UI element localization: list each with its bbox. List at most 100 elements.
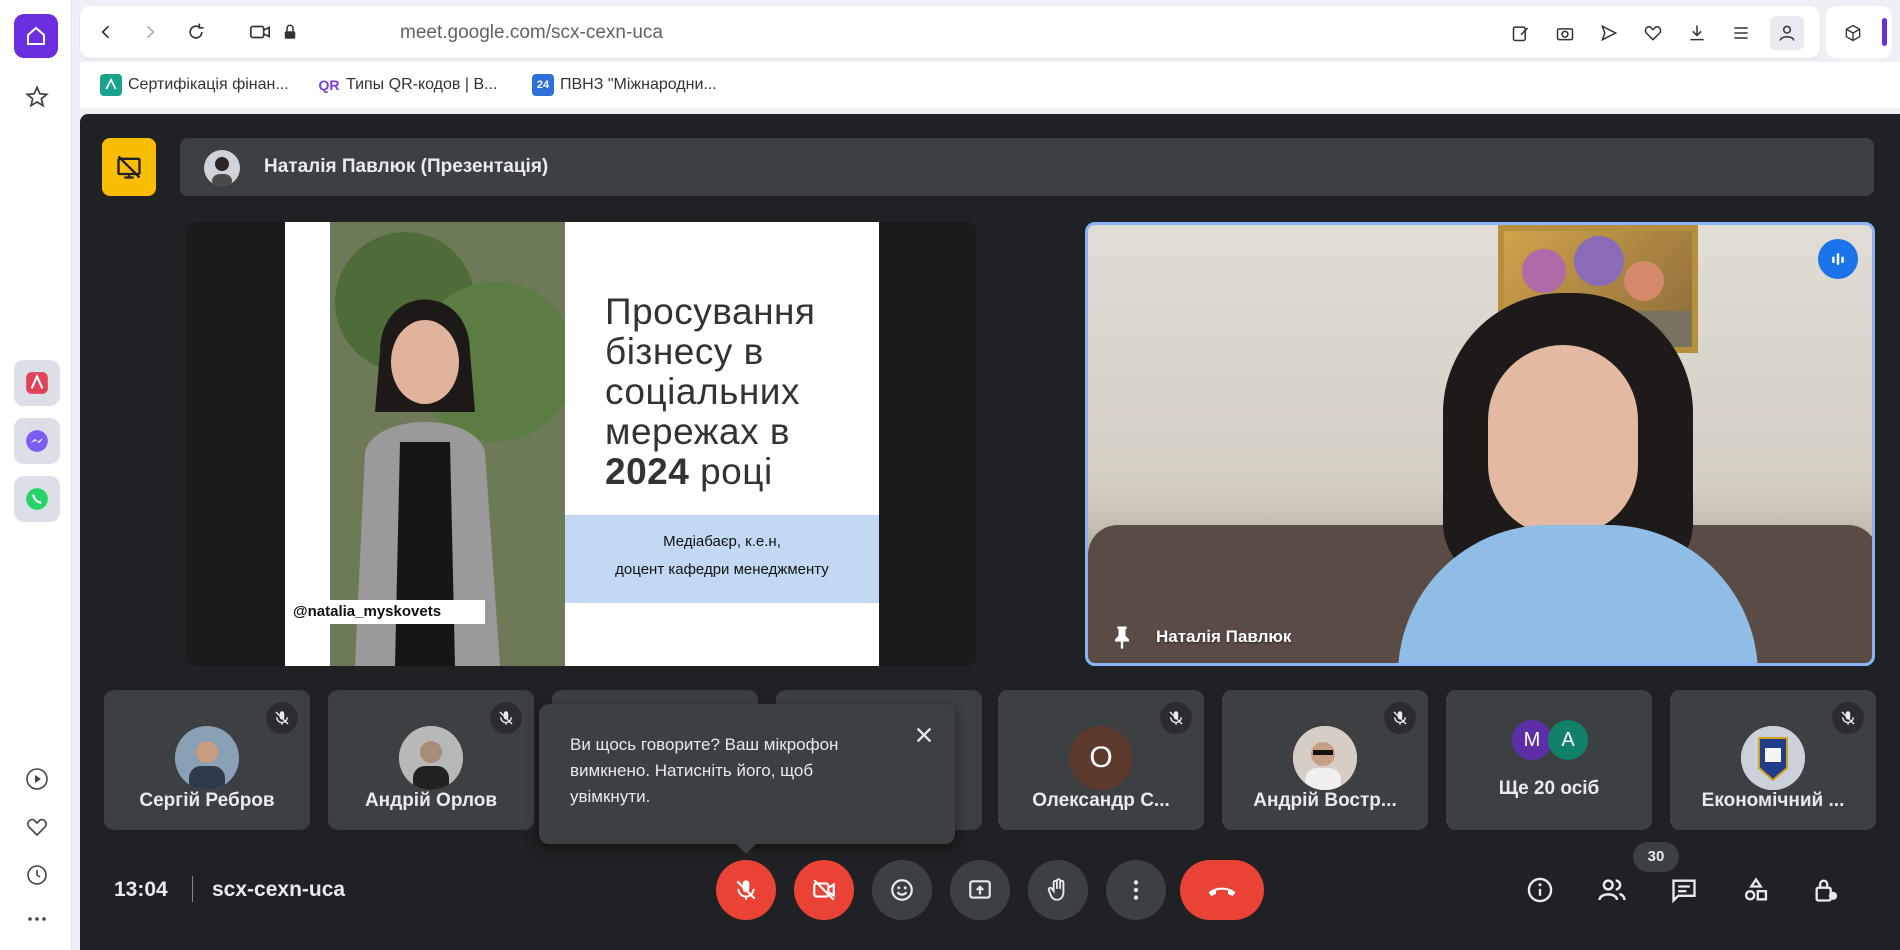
activities-button[interactable] — [1732, 866, 1780, 914]
meeting-details-button[interactable] — [1516, 866, 1564, 914]
participant-tile[interactable]: Економічний ... — [1670, 690, 1876, 830]
certification-bookmark-icon — [100, 74, 122, 96]
avatar: М — [1512, 720, 1552, 760]
leave-call-button[interactable] — [1180, 860, 1264, 920]
mic-off-icon — [266, 702, 298, 734]
participant-tile[interactable]: Сергій Ребров — [104, 690, 310, 830]
profile-icon[interactable] — [1770, 16, 1804, 50]
player-icon[interactable] — [22, 764, 52, 794]
forward-icon[interactable] — [138, 20, 162, 44]
chat-button[interactable] — [1660, 866, 1708, 914]
close-icon[interactable] — [909, 720, 939, 750]
mic-off-icon — [1160, 702, 1192, 734]
hand-icon — [1047, 878, 1065, 901]
slide-subtitle-1: Медіабаєр, к.е.н, — [663, 533, 781, 550]
chat-icon — [1672, 879, 1696, 904]
aria-app-icon[interactable] — [14, 360, 60, 406]
host-controls-button[interactable] — [1802, 866, 1850, 914]
slide-title: Просування бізнесу в соціальних мережах … — [605, 291, 816, 492]
bookmarks-bar: Сертифікація фінан... QR Типы QR-кодов |… — [80, 62, 1900, 108]
participant-name: Сергій Ребров — [139, 790, 275, 811]
presentation-title: Наталія Павлюк (Презентація) — [264, 156, 549, 177]
reload-icon[interactable] — [184, 20, 208, 44]
heart-icon[interactable] — [22, 812, 52, 842]
camera-off-icon — [813, 879, 835, 901]
camera-permission-icon[interactable] — [248, 20, 272, 44]
people-icon — [1598, 879, 1626, 901]
tooltip-text: Ви щось говорите? Ваш мікрофон вимкнено.… — [570, 735, 839, 806]
avatar — [1741, 726, 1805, 790]
back-icon[interactable] — [94, 20, 118, 44]
speaker-tile[interactable]: Наталія Павлюк — [1085, 222, 1875, 666]
bookmark-item[interactable]: 24 ПВНЗ "Міжнародни... — [532, 74, 717, 96]
meeting-clock: 13:04 — [114, 878, 168, 901]
messenger-icon[interactable] — [14, 418, 60, 464]
lock-icon[interactable] — [278, 20, 302, 44]
end-call-icon — [1208, 887, 1236, 896]
stop-presenting-icon[interactable] — [102, 138, 156, 196]
speaking-indicator-icon — [1818, 239, 1858, 279]
address-bar: meet.google.com/scx-cexn-uca — [80, 6, 1820, 58]
avatar: А — [1548, 720, 1588, 760]
reactions-button[interactable] — [872, 860, 932, 920]
bookmark-heart-icon[interactable] — [1640, 20, 1666, 46]
more-dots-icon[interactable] — [22, 904, 52, 934]
sidebar-indicator — [1882, 18, 1887, 46]
bookmark-label: ПВНЗ "Міжнародни... — [560, 76, 717, 93]
slide-handle: @natalia_myskovets — [285, 600, 485, 624]
avatar: О — [1069, 726, 1133, 790]
participant-name: Олександр С... — [1032, 790, 1170, 811]
url-text[interactable]: meet.google.com/scx-cexn-uca — [400, 22, 663, 44]
download-icon[interactable] — [1684, 20, 1710, 46]
shapes-icon — [1744, 877, 1768, 901]
camera-button[interactable] — [794, 860, 854, 920]
mic-muted-tooltip: Ви щось говорите? Ваш мікрофон вимкнено.… — [539, 704, 955, 854]
avatar — [399, 726, 463, 790]
more-vert-icon — [1133, 880, 1139, 900]
present-screen-icon — [969, 880, 991, 899]
participant-tile[interactable]: Андрій Востр... — [1222, 690, 1428, 830]
avatar — [204, 150, 240, 186]
participant-name: Економічний ... — [1701, 790, 1845, 811]
participant-name: Андрій Востр... — [1253, 790, 1397, 811]
slide-subtitle-2: доцент кафедри менеджменту — [615, 561, 829, 578]
participant-tile[interactable]: Андрій Орлов — [328, 690, 534, 830]
more-options-button[interactable] — [1106, 860, 1166, 920]
avatar — [1293, 726, 1357, 790]
bookmark-label: Сертифікація фінан... — [128, 76, 289, 93]
bookmark-item[interactable]: Сертифікація фінан... — [100, 74, 289, 96]
present-button[interactable] — [950, 860, 1010, 920]
slide-subtitle-band: Медіабаєр, к.е.н, доцент кафедри менеджм… — [565, 515, 879, 603]
presentation-tile[interactable]: Просування бізнесу в соціальних мережах … — [186, 222, 976, 666]
calendar-bookmark-icon: 24 — [532, 74, 554, 96]
extensions-icon[interactable] — [1840, 20, 1866, 46]
info-icon — [1527, 877, 1553, 903]
mic-off-icon — [736, 880, 756, 900]
home-icon[interactable] — [14, 14, 58, 58]
send-icon[interactable] — [1596, 20, 1622, 46]
whatsapp-icon[interactable] — [14, 476, 60, 522]
more-participants-tile[interactable]: М А Ще 20 осіб — [1446, 690, 1652, 830]
history-icon[interactable] — [22, 860, 52, 890]
participant-name: Андрій Орлов — [364, 790, 498, 811]
participant-name: Ще 20 осіб — [1498, 778, 1600, 799]
browser-sidebar — [0, 0, 72, 950]
lock-person-icon — [1815, 879, 1838, 902]
edit-icon[interactable] — [1508, 20, 1534, 46]
participant-tile[interactable]: О Олександр С... — [998, 690, 1204, 830]
meet-window: Наталія Павлюк (Презентація) Просування … — [80, 114, 1900, 950]
star-icon[interactable] — [22, 82, 52, 112]
raise-hand-button[interactable] — [1028, 860, 1088, 920]
bookmark-item[interactable]: QR Типы QR-кодов | В... — [318, 74, 497, 96]
slide: Просування бізнесу в соціальних мережах … — [285, 222, 879, 666]
microphone-button[interactable] — [716, 860, 776, 920]
mic-off-icon — [490, 702, 522, 734]
bookmark-label: Типы QR-кодов | В... — [346, 76, 498, 93]
people-button[interactable] — [1588, 866, 1636, 914]
pin-icon[interactable] — [1108, 623, 1136, 651]
qr-bookmark-icon: QR — [318, 74, 340, 96]
mic-off-icon — [1832, 702, 1864, 734]
easy-setup-icon[interactable] — [1728, 20, 1754, 46]
snapshot-icon[interactable] — [1552, 20, 1578, 46]
avatar — [175, 726, 239, 790]
